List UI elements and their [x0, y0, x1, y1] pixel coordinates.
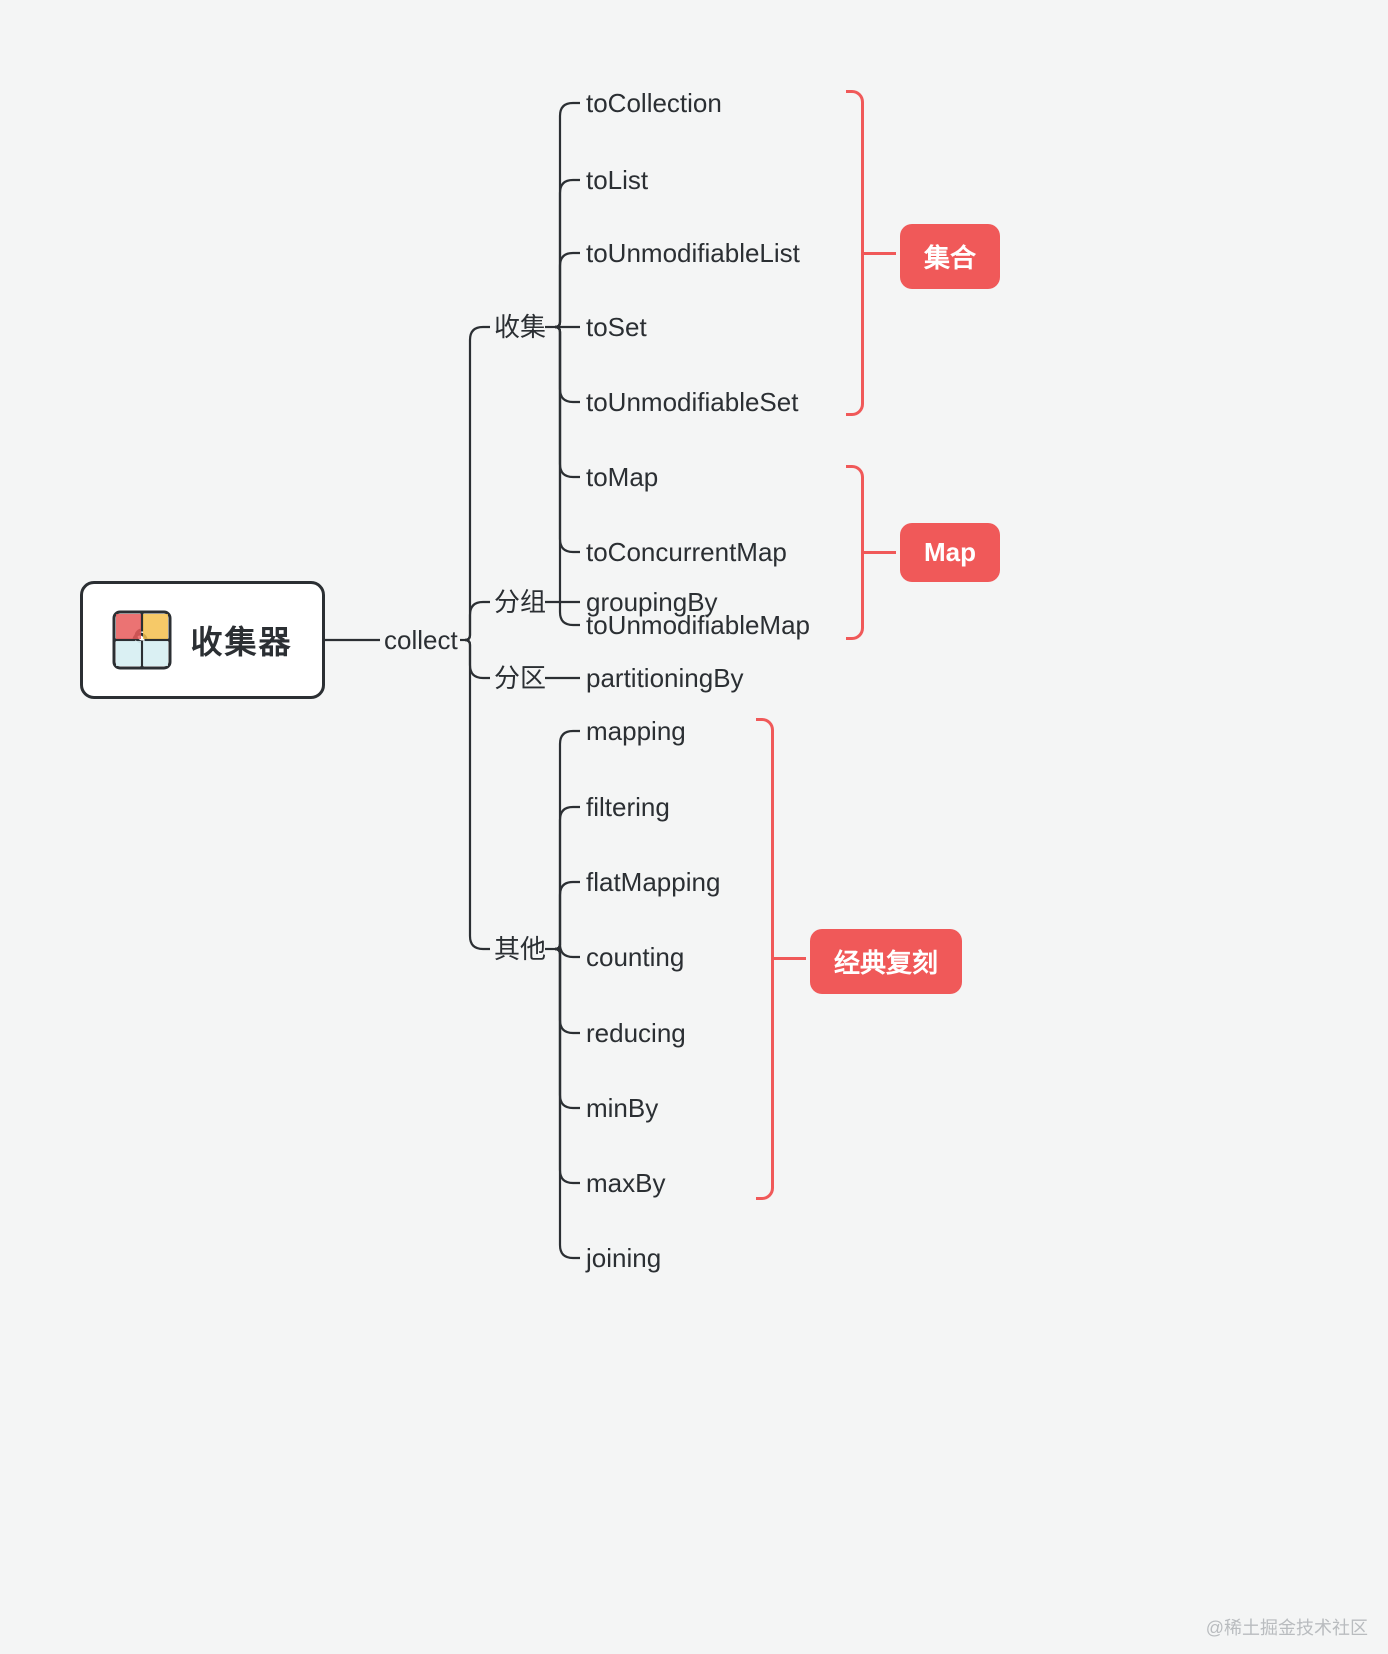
badge-set: 集合	[900, 224, 1000, 289]
bracket-set	[846, 90, 864, 416]
leaf-joining: joining	[586, 1243, 661, 1274]
leaf-minBy: minBy	[586, 1093, 658, 1124]
bracket-set-stub	[864, 252, 896, 255]
node-other-branch: 其他	[494, 934, 546, 965]
leaf-toSet: toSet	[586, 312, 647, 343]
leaf-toUnmodifiableSet: toUnmodifiableSet	[586, 387, 798, 418]
leaf-toList: toList	[586, 165, 648, 196]
leaf-toCollection: toCollection	[586, 88, 722, 119]
bracket-classic	[756, 718, 774, 1200]
leaf-groupingBy: groupingBy	[586, 587, 718, 618]
leaf-mapping: mapping	[586, 716, 686, 747]
puzzle-icon	[112, 610, 172, 670]
watermark: @稀土掘金技术社区	[1206, 1614, 1368, 1640]
leaf-partitioningBy: partitioningBy	[586, 663, 744, 694]
badge-classic: 经典复刻	[810, 929, 962, 994]
leaf-toConcurrentMap: toConcurrentMap	[586, 537, 787, 568]
node-collect: collect	[384, 625, 458, 656]
mindmap-canvas: 收集器 collect 收集 分组 分区 其他 toCollection toL…	[0, 0, 1388, 1654]
leaf-filtering: filtering	[586, 792, 670, 823]
root-node: 收集器	[80, 581, 325, 699]
root-title: 收集器	[190, 617, 292, 663]
bracket-map-stub	[864, 551, 896, 554]
leaf-flatMapping: flatMapping	[586, 867, 720, 898]
leaf-counting: counting	[586, 942, 684, 973]
node-partition-branch: 分区	[494, 663, 546, 694]
leaf-reducing: reducing	[586, 1018, 686, 1049]
badge-map: Map	[900, 523, 1000, 582]
leaf-toUnmodifiableList: toUnmodifiableList	[586, 238, 800, 269]
leaf-maxBy: maxBy	[586, 1168, 665, 1199]
bracket-map	[846, 465, 864, 640]
leaf-toMap: toMap	[586, 462, 658, 493]
bracket-classic-stub	[774, 957, 806, 960]
node-collect-branch: 收集	[494, 312, 546, 343]
node-group-branch: 分组	[494, 587, 546, 618]
